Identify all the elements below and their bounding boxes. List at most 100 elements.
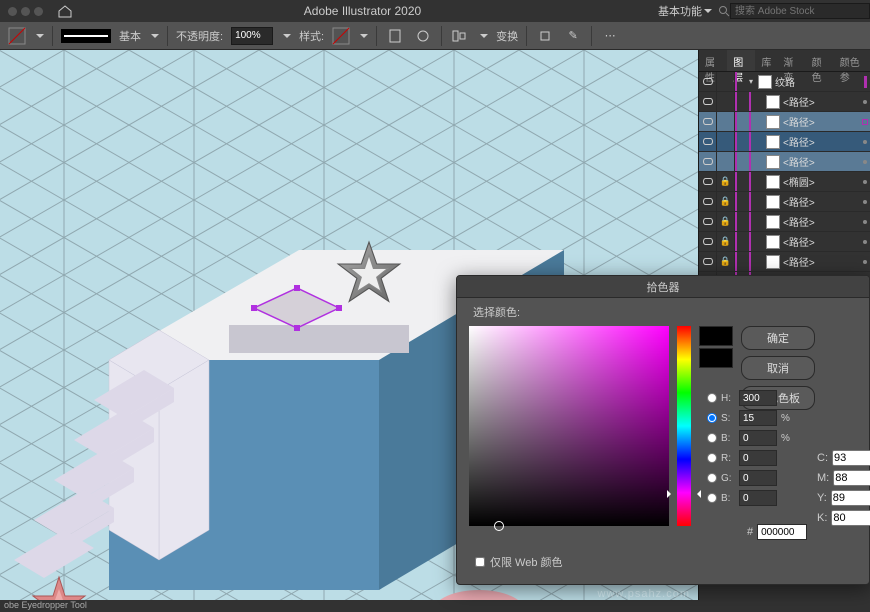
layer-row[interactable]: <路径> (699, 152, 870, 172)
layer-thumb (758, 75, 772, 89)
b-radio[interactable] (707, 433, 717, 443)
layer-name: <路径> (783, 194, 860, 209)
lock-toggle[interactable]: 🔒 (717, 252, 735, 271)
visibility-toggle[interactable] (699, 152, 717, 171)
r-radio[interactable] (707, 453, 717, 463)
style-swatch[interactable] (332, 27, 350, 45)
visibility-toggle[interactable] (699, 192, 717, 211)
hue-slider[interactable] (677, 326, 691, 526)
r-input[interactable] (739, 450, 777, 466)
layer-row[interactable]: <路径> (699, 92, 870, 112)
stroke-preview[interactable] (61, 29, 111, 43)
h-input[interactable] (739, 390, 777, 406)
opacity-input[interactable] (231, 27, 273, 45)
layer-thumb (766, 115, 780, 129)
workspace-switcher[interactable]: 基本功能 (652, 3, 718, 19)
lock-toggle[interactable]: 🔒 (717, 212, 735, 231)
sv-cursor[interactable] (494, 521, 504, 531)
visibility-toggle[interactable] (699, 132, 717, 151)
layer-name: <路径> (783, 134, 860, 149)
lock-toggle[interactable] (717, 112, 735, 131)
layer-row[interactable]: ▾ 纹路 (699, 72, 870, 92)
hex-input[interactable] (757, 524, 807, 540)
layer-name: <路径> (783, 114, 860, 129)
layer-thumb (766, 235, 780, 249)
layer-thumb (766, 255, 780, 269)
h-radio[interactable] (707, 393, 717, 403)
layer-row[interactable]: 🔒 <椭圆> (699, 172, 870, 192)
lock-toggle[interactable] (717, 152, 735, 171)
close-dot[interactable] (8, 7, 17, 16)
layer-row[interactable]: <路径> (699, 112, 870, 132)
home-icon[interactable] (57, 4, 73, 18)
layer-row[interactable]: 🔒 <路径> (699, 192, 870, 212)
layer-name: <路径> (783, 254, 860, 269)
picker-titlebar[interactable]: 拾色器 (457, 276, 869, 298)
edit-icon[interactable]: ✎ (563, 26, 583, 46)
visibility-toggle[interactable] (699, 232, 717, 251)
m-input[interactable] (833, 470, 870, 486)
g-radio[interactable] (707, 473, 717, 483)
cmyk-fields: C:% M:% Y:% K:% (817, 450, 870, 526)
visibility-toggle[interactable] (699, 172, 717, 191)
ok-button[interactable]: 确定 (741, 326, 815, 350)
align-icon[interactable] (450, 26, 470, 46)
layer-row[interactable]: 🔒 <路径> (699, 252, 870, 272)
layer-row[interactable]: 🔒 <路径> (699, 212, 870, 232)
layer-thumb (766, 155, 780, 169)
b-input[interactable] (739, 430, 777, 446)
chevron-down-icon[interactable] (36, 34, 44, 42)
s-input[interactable] (739, 410, 777, 426)
watermark: www.psahz.com (598, 588, 690, 600)
layer-name: 纹路 (775, 74, 860, 89)
web-only-checkbox[interactable]: 仅限 Web 颜色 (475, 554, 563, 570)
visibility-toggle[interactable] (699, 252, 717, 271)
panel-tab-0[interactable]: 属性 (699, 50, 727, 71)
layers-panel[interactable]: ▾ 纹路 <路径> <路径> <路径> <路径> 🔒 <椭圆> 🔒 (699, 72, 870, 300)
lock-toggle[interactable]: 🔒 (717, 232, 735, 251)
g-input[interactable] (739, 470, 777, 486)
opacity-label: 不透明度: (176, 28, 223, 44)
hex-field: # (747, 524, 807, 540)
title-bar: Adobe Illustrator 2020 基本功能 (0, 0, 870, 22)
visibility-toggle[interactable] (699, 92, 717, 111)
panel-tab-3[interactable]: 渐变 (777, 50, 805, 71)
panel-tab-2[interactable]: 库 (755, 50, 777, 71)
panel-tabs: 属性图层库渐变颜色颜色参 (699, 50, 870, 72)
visibility-toggle[interactable] (699, 72, 717, 91)
minimize-dot[interactable] (21, 7, 30, 16)
layer-row[interactable]: <路径> (699, 132, 870, 152)
stroke-label: 基本 (119, 28, 141, 44)
panel-tab-5[interactable]: 颜色参 (834, 50, 870, 71)
k-input[interactable] (831, 510, 870, 526)
stock-search-input[interactable] (730, 3, 870, 19)
zoom-dot[interactable] (34, 7, 43, 16)
lock-toggle[interactable]: 🔒 (717, 172, 735, 191)
lock-toggle[interactable]: 🔒 (717, 192, 735, 211)
visibility-toggle[interactable] (699, 212, 717, 231)
cancel-button[interactable]: 取消 (741, 356, 815, 380)
window-controls[interactable] (0, 7, 51, 16)
panel-tab-4[interactable]: 颜色 (806, 50, 834, 71)
panel-tab-1[interactable]: 图层 (727, 50, 755, 71)
layer-thumb (766, 135, 780, 149)
doc-setup-icon[interactable] (385, 26, 405, 46)
c-input[interactable] (832, 450, 870, 466)
lock-toggle[interactable] (717, 132, 735, 151)
lock-toggle[interactable] (717, 92, 735, 111)
recolor-icon[interactable] (413, 26, 433, 46)
isolate-icon[interactable] (535, 26, 555, 46)
bl-radio[interactable] (707, 493, 717, 503)
saturation-value-field[interactable] (469, 326, 669, 526)
bl-input[interactable] (739, 490, 777, 506)
status-bar: obe Eyedropper Tool (0, 600, 91, 612)
s-radio[interactable] (707, 413, 717, 423)
y-input[interactable] (831, 490, 870, 506)
no-selection-icon (8, 27, 26, 45)
more-icon[interactable]: ⋯ (600, 26, 620, 46)
visibility-toggle[interactable] (699, 112, 717, 131)
color-picker-dialog[interactable]: 拾色器 选择颜色: 确定 取消 颜色色板 H:° S:% B:% R: G: B… (456, 275, 870, 585)
layer-row[interactable]: 🔒 <路径> (699, 232, 870, 252)
lock-toggle[interactable] (717, 72, 735, 91)
layer-thumb (766, 175, 780, 189)
